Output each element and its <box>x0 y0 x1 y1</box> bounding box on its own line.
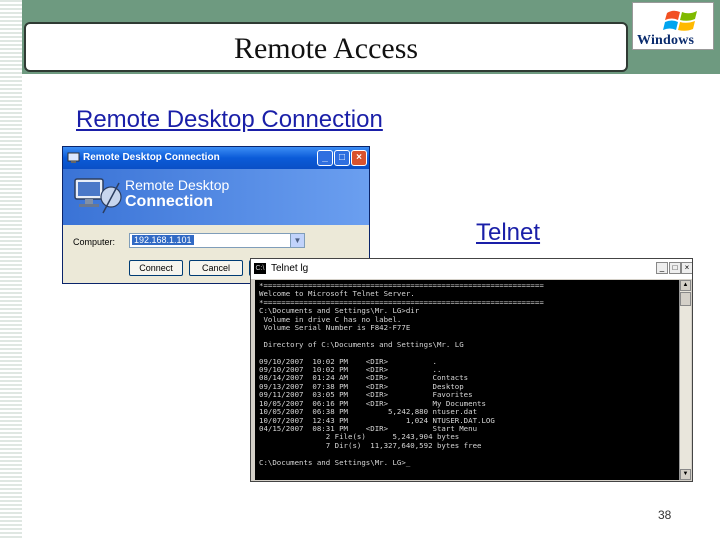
title-frame: Remote Access <box>24 22 628 72</box>
chevron-down-icon[interactable]: ▼ <box>290 234 304 247</box>
scroll-thumb[interactable] <box>680 292 691 306</box>
telnet-titlebar[interactable]: C:\ Telnet lg _ □ × <box>251 259 692 279</box>
computer-label: Computer: <box>73 237 116 247</box>
maximize-button[interactable]: □ <box>334 150 350 166</box>
page-number: 38 <box>658 508 672 522</box>
minimize-button[interactable]: _ <box>656 262 668 274</box>
rdc-app-icon <box>67 152 80 163</box>
telnet-window-title: Telnet lg <box>271 263 309 274</box>
rdc-banner-subtitle: Connection <box>125 193 213 210</box>
console-icon: C:\ <box>254 263 266 274</box>
windows-flag-icon <box>663 10 697 31</box>
minimize-button[interactable]: _ <box>317 150 333 166</box>
rdc-heading: Remote Desktop Connection <box>76 106 383 133</box>
rdc-titlebar[interactable]: Remote Desktop Connection _ □ × <box>63 147 369 169</box>
cancel-button[interactable]: Cancel <box>189 260 243 276</box>
rdc-window-title: Remote Desktop Connection <box>83 152 220 163</box>
close-button[interactable]: × <box>351 150 367 166</box>
console-text: *=======================================… <box>259 281 544 467</box>
left-stripe-decoration <box>0 0 22 540</box>
vertical-scrollbar[interactable]: ▲ ▼ <box>679 280 691 480</box>
maximize-button[interactable]: □ <box>669 262 681 274</box>
close-button[interactable]: × <box>681 262 692 274</box>
windows-logo: Windows <box>632 2 714 50</box>
computer-value: 192.168.1.101 <box>132 235 194 245</box>
connect-button[interactable]: Connect <box>129 260 183 276</box>
computer-input[interactable]: 192.168.1.101 ▼ <box>129 233 305 248</box>
rdc-banner: Remote Desktop Connection <box>63 169 369 225</box>
scroll-up-icon[interactable]: ▲ <box>680 280 691 291</box>
telnet-heading: Telnet <box>476 219 541 246</box>
telnet-window: C:\ Telnet lg _ □ × *===================… <box>250 258 693 482</box>
console-output[interactable]: *=======================================… <box>255 280 679 480</box>
windows-wordmark: Windows <box>637 33 695 48</box>
remote-desktop-monitor-icon <box>74 178 122 214</box>
slide-title: Remote Access <box>233 32 419 65</box>
rdc-banner-title: Remote Desktop <box>125 177 230 193</box>
scroll-down-icon[interactable]: ▼ <box>680 469 691 480</box>
